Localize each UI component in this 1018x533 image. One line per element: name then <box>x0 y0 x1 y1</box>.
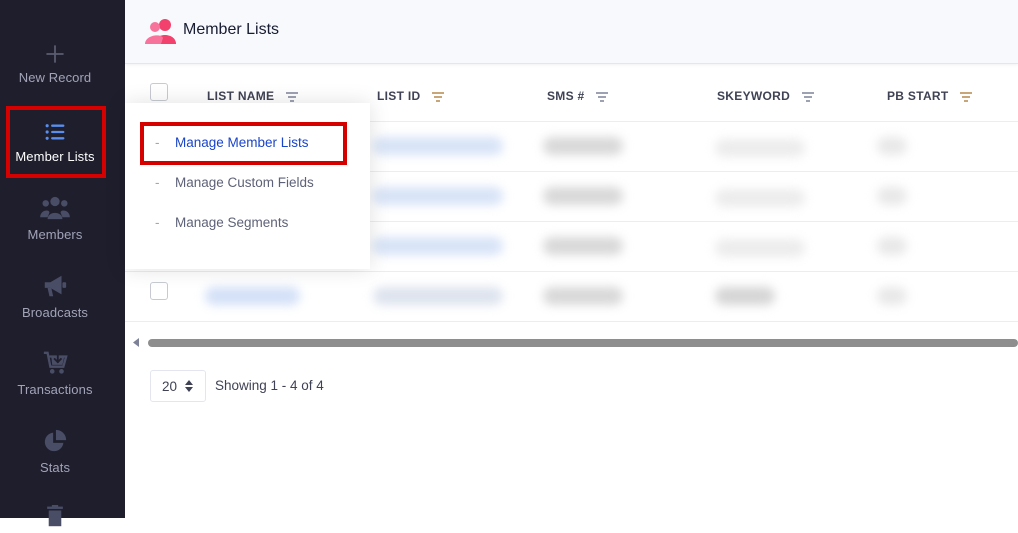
sidebar-item-label: New Record <box>18 70 92 85</box>
filter-icon[interactable] <box>432 92 445 102</box>
blurred-cell <box>715 287 775 305</box>
blurred-cell <box>877 137 907 155</box>
column-header-skeyword[interactable]: SKEYWORD <box>717 89 814 103</box>
blurred-cell <box>715 189 805 207</box>
sidebar-item-label: Stats <box>39 460 71 475</box>
page-title: Member Lists <box>183 21 280 38</box>
blurred-cell <box>877 287 907 305</box>
sidebar-item-stats[interactable]: Stats <box>0 428 110 475</box>
column-header-list-id[interactable]: LIST ID <box>377 89 445 103</box>
blurred-cell <box>877 237 907 255</box>
column-header-pb-start[interactable]: PB START <box>887 89 973 103</box>
sidebar-item-new-record[interactable]: New Record <box>0 44 110 85</box>
blurred-cell <box>877 187 907 205</box>
column-label: SMS # <box>547 89 585 103</box>
user-group-icon <box>145 19 176 44</box>
column-header-list-name[interactable]: LIST NAME <box>207 89 299 103</box>
page-size-select[interactable]: 20 <box>150 370 206 402</box>
scrollbar-thumb[interactable] <box>148 339 1018 347</box>
pie-chart-icon <box>44 429 67 452</box>
column-label: SKEYWORD <box>717 89 791 103</box>
menu-dash: - <box>155 215 160 230</box>
megaphone-icon <box>44 275 67 297</box>
page-size-value: 20 <box>162 379 178 394</box>
column-label: LIST NAME <box>207 89 275 103</box>
column-label: PB START <box>887 89 949 103</box>
blurred-cell <box>715 139 805 157</box>
row-checkbox[interactable] <box>150 282 168 300</box>
blurred-cell <box>373 137 503 155</box>
cart-icon <box>43 351 68 374</box>
sidebar-item-broadcasts[interactable]: Broadcasts <box>0 273 110 320</box>
pagination-info: Showing 1 - 4 of 4 <box>215 378 324 393</box>
sidebar-item-transactions[interactable]: Transactions <box>0 350 110 397</box>
filter-icon[interactable] <box>960 92 973 102</box>
sidebar-item-label: Broadcasts <box>21 305 89 320</box>
blurred-cell <box>373 237 503 255</box>
menu-dash: - <box>155 175 160 190</box>
sidebar-item-label: Members <box>27 227 83 242</box>
blurred-cell <box>543 287 623 305</box>
horizontal-scrollbar[interactable] <box>125 321 1018 364</box>
sort-arrows-icon <box>185 380 193 392</box>
menu-item-label: Manage Segments <box>175 215 289 230</box>
table-row[interactable] <box>125 271 1018 322</box>
filter-icon[interactable] <box>801 92 814 102</box>
blurred-cell <box>543 187 623 205</box>
select-all-checkbox[interactable] <box>150 83 168 101</box>
sidebar: New Record Member Lists Members Broadcas… <box>0 0 125 527</box>
trash-icon <box>47 505 63 527</box>
filter-icon[interactable] <box>596 92 609 102</box>
blurred-cell <box>373 187 503 205</box>
plus-icon <box>46 45 64 63</box>
filter-icon[interactable] <box>286 92 299 102</box>
sidebar-item-members[interactable]: Members <box>0 195 110 242</box>
blurred-cell <box>543 237 623 255</box>
page-header: Member Lists <box>125 0 1018 64</box>
column-header-sms[interactable]: SMS # <box>547 89 609 103</box>
highlight-box <box>140 122 347 165</box>
blurred-cell <box>543 137 623 155</box>
blurred-cell <box>205 287 300 305</box>
sidebar-item-label: Transactions <box>17 382 93 397</box>
scroll-left-icon[interactable] <box>133 338 139 347</box>
sidebar-item-trash[interactable] <box>0 505 110 533</box>
blurred-cell <box>373 287 503 305</box>
column-label: LIST ID <box>377 89 421 103</box>
users-icon <box>40 196 70 220</box>
menu-item-label: Manage Custom Fields <box>175 175 314 190</box>
highlight-box <box>6 106 106 178</box>
blurred-cell <box>715 239 805 257</box>
